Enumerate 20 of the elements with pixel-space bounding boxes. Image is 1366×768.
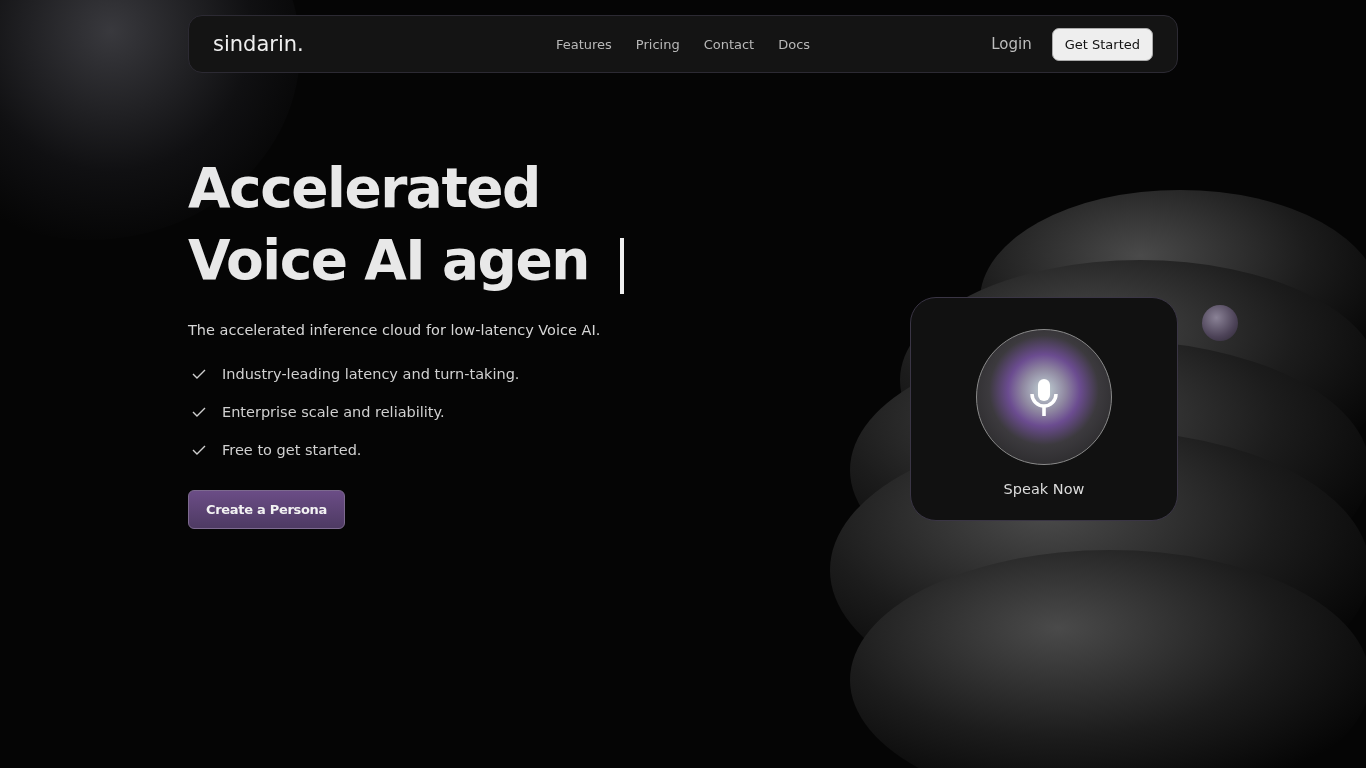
feature-text: Free to get started. (222, 442, 362, 458)
get-started-button[interactable]: Get Started (1051, 27, 1153, 61)
speak-now-label: Speak Now (1003, 481, 1085, 497)
logo[interactable]: sindarin. (213, 32, 556, 56)
headline: Voice AI agen (188, 227, 589, 294)
nav-link[interactable]: Features (555, 36, 612, 52)
subtitle: The accelerated inference cloud for low-latency Voice AI. (188, 322, 601, 338)
nav-link[interactable]: Contact (703, 36, 755, 52)
check-icon (192, 407, 206, 417)
nav-link[interactable]: Pricing (635, 36, 680, 52)
login-link[interactable]: Login (991, 35, 1032, 53)
headline: Accelerated (188, 155, 540, 222)
text-cursor-icon (620, 238, 624, 294)
feature-text: Enterprise scale and reliability. (222, 404, 445, 420)
nav-link[interactable]: Docs (778, 36, 811, 52)
check-icon (192, 445, 206, 455)
check-icon (192, 369, 206, 379)
microphone-icon (1029, 377, 1059, 417)
feature-text: Industry-leading latency and turn-taking. (222, 366, 520, 382)
create-persona-button[interactable]: Create a Persona (188, 490, 346, 529)
